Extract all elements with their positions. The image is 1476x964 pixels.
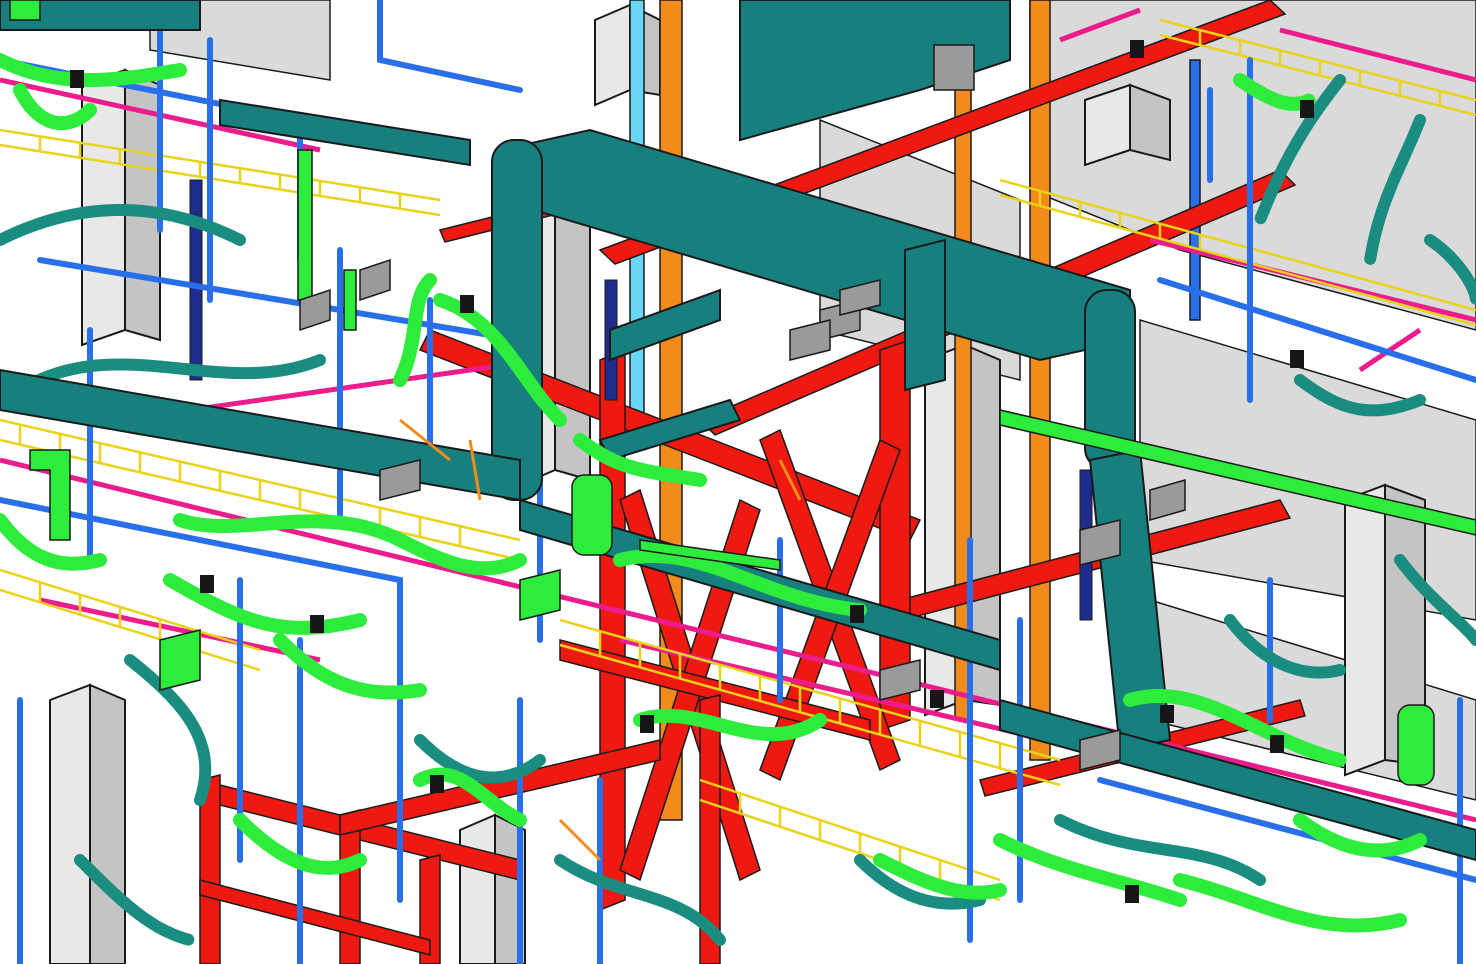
coupling-11 [1300, 100, 1314, 118]
column-bottom-center [459, 813, 526, 964]
coupling-1 [70, 70, 84, 88]
coupling-12 [1130, 40, 1144, 58]
column-bottom-left [49, 683, 126, 964]
coupling-8 [1270, 735, 1284, 753]
duct-riser-center [904, 238, 946, 392]
coupling-3 [200, 575, 214, 593]
column-top-center [594, 3, 661, 107]
junction-box-top [933, 44, 975, 91]
coupling-6 [930, 690, 944, 708]
coupling-14 [430, 775, 444, 793]
mep-model-view [0, 0, 1476, 964]
coupling-4 [640, 715, 654, 733]
green-tank-1 [571, 474, 613, 556]
green-box-2 [159, 629, 201, 691]
green-riser-1 [297, 149, 313, 301]
riser-orange-2 [1029, 0, 1051, 761]
green-stub [343, 269, 357, 331]
duct-drop-left [491, 139, 543, 501]
coupling-10 [1290, 350, 1304, 368]
coupling-9 [1125, 885, 1139, 903]
dark-pipe-1 [189, 179, 203, 381]
green-tank-2 [1397, 704, 1435, 786]
coupling-7 [1160, 705, 1174, 723]
green-tank-3 [9, 0, 41, 21]
coupling-2 [460, 295, 474, 313]
riser-blue-1 [1189, 59, 1201, 321]
coupling-13 [310, 615, 324, 633]
coupling-5 [850, 605, 864, 623]
